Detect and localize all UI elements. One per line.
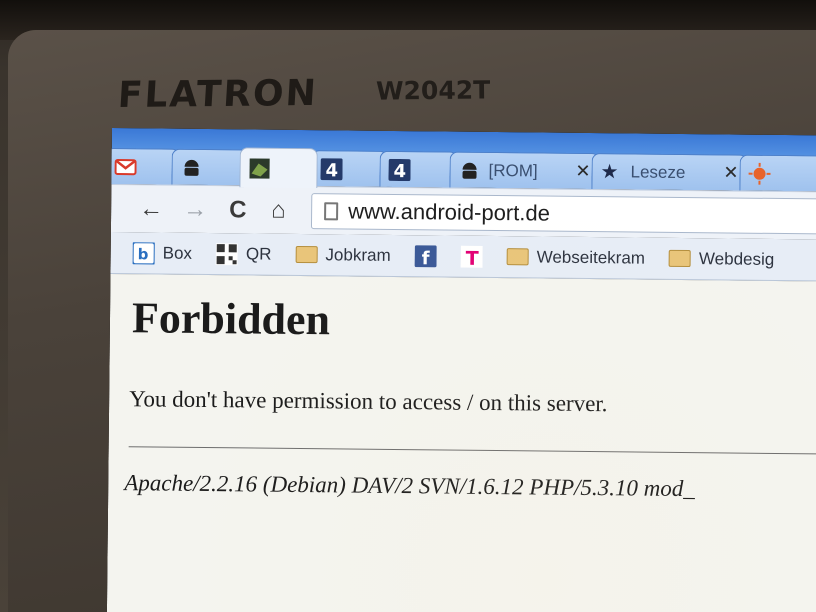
tab-gmail[interactable] [106, 147, 180, 185]
tab-lesezeichen[interactable]: ★ Leseze ✕ [591, 153, 748, 191]
tab-channel4-2[interactable]: 4 [379, 150, 458, 188]
tab-strip: 4 4 [ROM] ✕ ★ Leseze ✕ [106, 128, 816, 192]
channel4-icon: 4 [320, 157, 343, 181]
monitor-model-label: W2042T [375, 75, 491, 106]
home-button[interactable]: ⌂ [271, 197, 286, 225]
bookmark-webdesign-label: Webdesig [698, 248, 775, 269]
bookmark-qr-label: QR [245, 243, 272, 264]
telekom-icon: T [460, 245, 483, 269]
bookmark-box-label: Box [162, 243, 193, 263]
page-icon [324, 202, 339, 221]
tab-other[interactable] [739, 154, 816, 192]
browser-toolbar: ← → C ⌂ [110, 183, 816, 240]
bookmarks-bar: b Box QR Jobkram f T Webseitekram Webdes… [110, 231, 816, 282]
bookmark-facebook[interactable]: f [414, 244, 437, 269]
address-bar[interactable] [310, 193, 816, 235]
forward-button[interactable]: → [183, 196, 207, 224]
facebook-icon: f [414, 244, 437, 269]
site-icon [248, 157, 270, 179]
sun-icon [748, 162, 771, 185]
bookmark-qr[interactable]: QR [215, 242, 272, 266]
svg-text:4: 4 [325, 160, 338, 180]
svg-text:f: f [422, 248, 430, 267]
bookmark-jobkram-label: Jobkram [325, 244, 391, 265]
tab-rom[interactable]: [ROM] ✕ [449, 151, 600, 190]
divider [128, 446, 816, 455]
monitor-brand-logo: FLATRON [116, 72, 319, 117]
tab-rom-label: [ROM] [488, 160, 538, 180]
tab-android-1[interactable] [171, 148, 248, 186]
qr-icon [215, 242, 239, 265]
server-signature: Apache/2.2.16 (Debian) DAV/2 SVN/1.6.12 … [124, 470, 695, 502]
url-input[interactable] [348, 198, 789, 230]
channel4-icon: 4 [388, 158, 411, 182]
close-icon[interactable]: ✕ [723, 162, 738, 183]
bookmark-webdesign[interactable]: Webdesig [668, 248, 775, 269]
android-icon [180, 156, 202, 178]
svg-text:b: b [138, 245, 149, 263]
error-message: You don't have permission to access / on… [129, 386, 608, 417]
folder-icon [506, 248, 529, 266]
gmail-icon [114, 156, 137, 178]
bookmark-telekom[interactable]: T [460, 245, 483, 269]
folder-icon [668, 249, 692, 268]
back-button[interactable]: ← [139, 195, 163, 223]
bookmark-box[interactable]: b Box [131, 240, 193, 265]
svg-text:4: 4 [393, 160, 406, 180]
bookmark-jobkram[interactable]: Jobkram [295, 244, 391, 265]
star-icon: ★ [600, 160, 619, 183]
browser-screen: 4 4 [ROM] ✕ ★ Leseze ✕ ← → C ⌂ www.andro… [106, 128, 816, 612]
page-title: Forbidden [131, 293, 331, 345]
android-icon [458, 159, 480, 181]
tab-active[interactable] [239, 147, 318, 189]
reload-button[interactable]: C [229, 196, 247, 224]
tab-channel4-1[interactable]: 4 [311, 150, 388, 187]
bookmark-webseitekram[interactable]: Webseitekram [506, 246, 646, 268]
bookmark-webseitekram-label: Webseitekram [536, 246, 646, 268]
close-icon[interactable]: ✕ [575, 161, 590, 182]
page-content: Forbidden You don't have permission to a… [106, 273, 816, 612]
folder-icon [295, 245, 318, 264]
svg-text:T: T [466, 247, 479, 267]
box-icon: b [131, 240, 156, 265]
tab-lesezeichen-label: Leseze [630, 161, 686, 182]
